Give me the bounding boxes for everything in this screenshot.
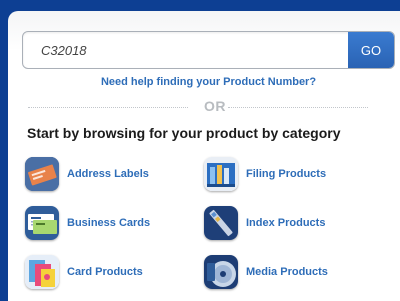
- media-products-icon: [204, 255, 238, 289]
- category-label: Card Products: [67, 266, 143, 278]
- address-labels-icon: [25, 157, 59, 191]
- filing-products-icon: [204, 157, 238, 191]
- browse-category-heading: Start by browsing for your product by ca…: [27, 125, 341, 141]
- category-label: Media Products: [246, 266, 328, 278]
- divider-line-left: [28, 107, 188, 108]
- category-label: Filing Products: [246, 168, 327, 180]
- card-products-icon: [25, 255, 59, 289]
- product-search-box: GO: [22, 31, 395, 69]
- category-index-products[interactable]: Index Products: [204, 205, 325, 241]
- category-label: Index Products: [246, 217, 326, 229]
- or-divider: OR: [28, 98, 368, 114]
- index-products-icon: [204, 206, 238, 240]
- category-label: Business Cards: [67, 217, 151, 229]
- product-number-input[interactable]: [23, 32, 350, 68]
- divider-line-right: [228, 107, 368, 108]
- category-business-cards[interactable]: Business Cards: [25, 205, 150, 241]
- category-address-labels[interactable]: Address Labels: [25, 156, 149, 192]
- business-cards-icon: [25, 206, 59, 240]
- category-filing-products[interactable]: Filing Products: [204, 156, 326, 192]
- help-finding-product-number-link[interactable]: Need help finding your Product Number?: [22, 76, 395, 88]
- category-card-products[interactable]: Card Products: [25, 254, 143, 290]
- or-text: OR: [204, 98, 226, 114]
- category-label: Address Labels: [67, 168, 149, 180]
- go-button[interactable]: GO: [348, 32, 394, 68]
- category-media-products[interactable]: Media Products: [204, 254, 328, 290]
